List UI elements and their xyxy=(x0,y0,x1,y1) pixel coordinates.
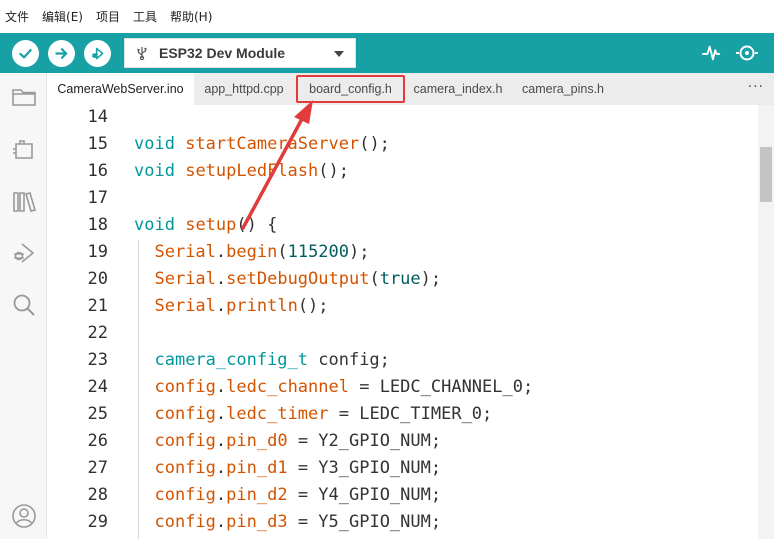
line-number: 28 xyxy=(87,485,108,505)
code-line: 26 config.pin_d0 = Y2_GPIO_NUM; xyxy=(47,431,758,458)
usb-icon xyxy=(137,47,147,60)
serial-plotter-button[interactable] xyxy=(700,41,724,65)
serial-monitor-button[interactable] xyxy=(735,41,759,65)
menu-help[interactable]: 帮助(H) xyxy=(170,8,212,25)
check-icon xyxy=(19,48,32,59)
code-line: 14 xyxy=(47,107,758,134)
code-text: config.pin_d0 = Y2_GPIO_NUM; xyxy=(154,431,442,451)
upload-button[interactable] xyxy=(48,40,75,67)
tab-app-httpd[interactable]: app_httpd.cpp xyxy=(194,73,294,105)
debug-button[interactable] xyxy=(84,40,111,67)
board-selector[interactable]: ESP32 Dev Module xyxy=(124,38,356,68)
code-line: 22 xyxy=(47,323,758,350)
debug-icon xyxy=(13,242,34,263)
scrollbar-thumb[interactable] xyxy=(760,147,772,202)
code-text: config.pin_d1 = Y3_GPIO_NUM; xyxy=(154,458,442,478)
code-editor[interactable]: 14 15 void startCameraServer(); 16 void … xyxy=(47,105,758,539)
sidebar xyxy=(0,73,47,539)
code-text: config.ledc_timer = LEDC_TIMER_0; xyxy=(154,404,493,424)
editor-tabs: CameraWebServer.ino app_httpd.cpp board_… xyxy=(47,73,774,105)
menu-file[interactable]: 文件 xyxy=(5,8,29,25)
line-number: 21 xyxy=(87,296,108,316)
toolbar: ESP32 Dev Module xyxy=(0,33,774,73)
code-line: 24 config.ledc_channel = LEDC_CHANNEL_0; xyxy=(47,377,758,404)
code-line: 19 Serial.begin(115200); xyxy=(47,242,758,269)
line-number: 20 xyxy=(87,269,108,289)
search-button[interactable] xyxy=(10,291,37,318)
code-text: config.pin_d2 = Y4_GPIO_NUM; xyxy=(154,485,442,505)
line-number: 19 xyxy=(87,242,108,262)
board-name: ESP32 Dev Module xyxy=(159,45,286,61)
line-number: 16 xyxy=(87,161,108,181)
line-number: 18 xyxy=(87,215,108,235)
sketchbook-button[interactable] xyxy=(10,83,37,110)
code-text: config.pin_d3 = Y5_GPIO_NUM; xyxy=(154,512,442,532)
debug-panel-button[interactable] xyxy=(10,239,37,266)
code-line: 16 void setupLedFlash(); xyxy=(47,161,758,188)
menu-tools[interactable]: 工具 xyxy=(133,8,157,25)
tab-camera-pins[interactable]: camera_pins.h xyxy=(513,73,613,105)
code-text: config.ledc_channel = LEDC_CHANNEL_0; xyxy=(154,377,534,397)
arrow-right-icon xyxy=(55,48,68,59)
code-line: 23 camera_config_t config; xyxy=(47,350,758,377)
verify-button[interactable] xyxy=(12,40,39,67)
code-line: 21 Serial.println(); xyxy=(47,296,758,323)
line-number: 29 xyxy=(87,512,108,532)
menu-project[interactable]: 项目 xyxy=(96,8,120,25)
line-number: 24 xyxy=(87,377,108,397)
menu-edit[interactable]: 编辑(E) xyxy=(42,8,83,25)
tab-camerawebserver[interactable]: CameraWebServer.ino xyxy=(47,73,194,105)
line-number: 17 xyxy=(87,188,108,208)
boards-manager-button[interactable] xyxy=(10,136,37,163)
line-number: 25 xyxy=(87,404,108,424)
code-text: void setup() { xyxy=(134,215,278,235)
code-text: void setupLedFlash(); xyxy=(134,161,349,181)
code-line: 20 Serial.setDebugOutput(true); xyxy=(47,269,758,296)
line-number: 14 xyxy=(87,107,108,127)
more-tabs-button[interactable]: ··· xyxy=(748,79,764,95)
code-text: Serial.begin(115200); xyxy=(154,242,370,262)
search-icon xyxy=(13,294,35,316)
tab-camera-index[interactable]: camera_index.h xyxy=(405,73,511,105)
account-button[interactable] xyxy=(10,502,37,529)
code-line: 25 config.ledc_timer = LEDC_TIMER_0; xyxy=(47,404,758,431)
code-line: 15 void startCameraServer(); xyxy=(47,134,758,161)
plotter-icon xyxy=(701,45,721,61)
line-number: 26 xyxy=(87,431,108,451)
code-text: Serial.setDebugOutput(true); xyxy=(154,269,442,289)
serial-monitor-icon xyxy=(736,45,758,61)
library-icon xyxy=(12,191,36,212)
board-icon xyxy=(12,139,33,159)
code-line: 18 void setup() { xyxy=(47,215,758,242)
code-text: camera_config_t config; xyxy=(154,350,390,370)
folder-icon xyxy=(11,88,36,106)
line-number: 27 xyxy=(87,458,108,478)
code-line: 27 config.pin_d1 = Y3_GPIO_NUM; xyxy=(47,458,758,485)
code-text: void startCameraServer(); xyxy=(134,134,390,154)
code-text: Serial.println(); xyxy=(154,296,329,316)
user-icon xyxy=(11,503,36,528)
menu-bar: 文件 编辑(E) 项目 工具 帮助(H) xyxy=(0,0,774,33)
code-line: 29 config.pin_d3 = Y5_GPIO_NUM; xyxy=(47,512,758,539)
line-number: 15 xyxy=(87,134,108,154)
debug-icon xyxy=(91,47,104,60)
line-number: 23 xyxy=(87,350,108,370)
code-line: 17 xyxy=(47,188,758,215)
tab-board-config[interactable]: board_config.h xyxy=(298,73,403,105)
library-manager-button[interactable] xyxy=(10,188,37,215)
chevron-down-icon xyxy=(334,51,344,57)
code-line: 28 config.pin_d2 = Y4_GPIO_NUM; xyxy=(47,485,758,512)
line-number: 22 xyxy=(87,323,108,343)
